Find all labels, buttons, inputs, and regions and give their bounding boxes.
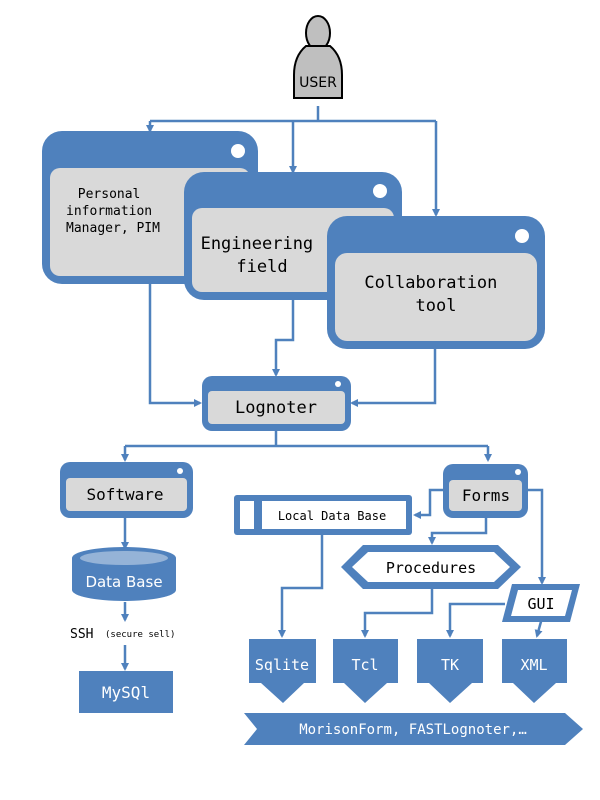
connector-forms-procedures <box>428 517 488 545</box>
window-dot-icon <box>373 184 387 198</box>
mysql-box[interactable]: MySQl <box>79 671 173 713</box>
gui-label: GUI <box>527 595 554 613</box>
tcl-label: Tcl <box>351 656 378 674</box>
connector-engineering-lognoter <box>272 298 295 377</box>
pim-label-line1: Personal <box>78 187 141 202</box>
forms-label: Forms <box>462 486 510 505</box>
collaboration-window[interactable]: Collaboration tool <box>327 216 545 349</box>
window-dot-icon <box>515 229 529 243</box>
xml-box[interactable]: XML <box>502 639 567 703</box>
window-dot-icon <box>231 144 245 158</box>
window-dot-icon <box>177 468 183 474</box>
user-actor[interactable]: USER <box>293 15 343 99</box>
procedures-hexagon[interactable]: Procedures <box>341 545 521 589</box>
user-label: USER <box>299 75 337 91</box>
database-cylinder[interactable]: Data Base <box>72 547 176 601</box>
sqlite-label: Sqlite <box>255 656 309 674</box>
lognoter-label: Lognoter <box>235 398 317 418</box>
collaboration-label-line1: Collaboration <box>364 273 497 293</box>
cylinder-top <box>80 551 168 565</box>
pim-label-line3: Manager, PIM <box>66 221 160 236</box>
architecture-diagram: USER Personal information Manager, PIM E… <box>42 15 583 745</box>
software-window[interactable]: Software <box>60 462 193 518</box>
connector-forms-localdb <box>413 488 446 519</box>
engineering-label-line2: field <box>236 257 287 277</box>
pim-label-line2: information <box>66 204 152 219</box>
gui-parallelogram[interactable]: GUI <box>502 584 580 622</box>
engineering-label-line1: Engineering <box>201 234 314 254</box>
connector-pim-lognoter <box>148 283 202 407</box>
local-database-label: Local Data Base <box>278 509 386 523</box>
outputs-label: MorisonForm, FASTLognoter,… <box>299 722 527 738</box>
tk-label: TK <box>441 656 459 674</box>
sqlite-box[interactable]: Sqlite <box>249 639 316 703</box>
user-head <box>305 15 331 51</box>
software-label: Software <box>86 485 163 504</box>
ssh-label-group: SSH (secure sell) <box>70 627 175 642</box>
tk-box[interactable]: TK <box>417 639 483 703</box>
database-label: Data Base <box>85 573 162 591</box>
mysql-label: MySQl <box>102 683 150 702</box>
lognoter-window[interactable]: Lognoter <box>202 376 351 431</box>
connector-localdb-sqlite <box>278 535 324 638</box>
collaboration-label-line2: tool <box>416 296 457 316</box>
xml-label: XML <box>520 656 547 674</box>
outputs-chevron[interactable]: MorisonForm, FASTLognoter,… <box>244 713 583 745</box>
svg-text:Personal information: Personal information Manager, PIM <box>66 187 160 236</box>
tcl-box[interactable]: Tcl <box>333 639 398 703</box>
window-dot-icon <box>515 469 521 475</box>
ssh-note: (secure sell) <box>105 630 175 640</box>
ssh-label: SSH <box>70 627 93 642</box>
connector-gui-tk <box>446 602 505 638</box>
forms-window[interactable]: Forms <box>443 464 528 518</box>
window-dot-icon <box>335 381 341 387</box>
local-database[interactable]: Local Data Base <box>234 495 412 535</box>
connector-procedures-tcl <box>361 585 434 638</box>
procedures-label: Procedures <box>386 559 476 577</box>
connector-collaboration-lognoter <box>350 348 437 407</box>
